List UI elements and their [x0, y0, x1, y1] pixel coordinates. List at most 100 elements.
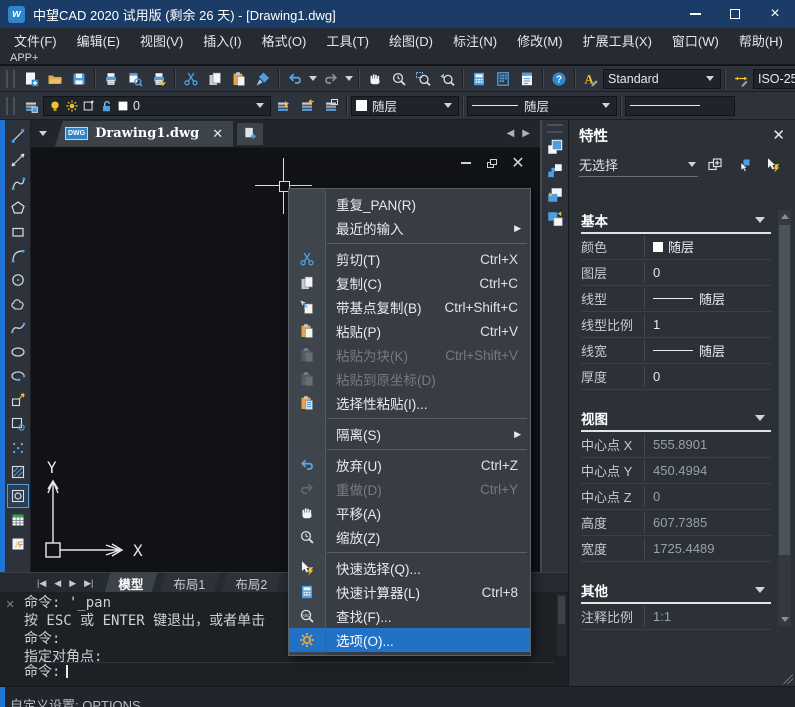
layout-tab-布局2[interactable]: 布局2 — [221, 573, 281, 593]
zoom-window-button[interactable] — [411, 68, 435, 90]
draw-tool-polygon-button[interactable] — [7, 196, 29, 220]
property-value[interactable]: 0 — [645, 489, 660, 504]
selection-combo[interactable]: 无选择 — [579, 152, 698, 177]
window-minimize-button[interactable] — [675, 0, 715, 28]
redo-dropdown-icon[interactable] — [345, 76, 353, 81]
menubar-item-8[interactable]: 修改(M) — [507, 28, 573, 53]
prev-tab-icon[interactable]: ◀ — [51, 578, 64, 589]
menu-item-undo[interactable]: 放弃(U)Ctrl+Z — [289, 453, 530, 477]
scroll-up-icon[interactable] — [778, 210, 791, 223]
property-value[interactable]: 555.8901 — [645, 437, 707, 452]
menu-item-quick-select[interactable]: 快速选择(Q)... — [289, 556, 530, 580]
menu-item-paste-block[interactable]: 粘贴为块(K)Ctrl+Shift+V — [289, 343, 530, 367]
menubar-item-3[interactable]: 插入(I) — [193, 28, 251, 53]
print-button[interactable] — [99, 68, 123, 90]
command-prompt[interactable]: 命令: — [24, 662, 554, 682]
doc-restore-button[interactable] — [484, 156, 500, 170]
draw-tool-spline-button[interactable] — [7, 316, 29, 340]
property-value[interactable]: 0 — [645, 265, 660, 280]
text-style-icon-button[interactable]: A — [579, 68, 603, 90]
tab-scroll-right-icon[interactable]: ▶ — [522, 128, 530, 139]
menu-item-pan[interactable]: 平移(A) — [289, 501, 530, 525]
color-combo[interactable]: 随层 — [351, 96, 459, 116]
save-button[interactable] — [67, 68, 91, 90]
draw-tool-mtext-button[interactable]: A — [7, 532, 29, 556]
section-header[interactable]: 其他 — [581, 578, 771, 604]
document-tab[interactable]: DWG Drawing1.dwg ✕ — [55, 121, 233, 147]
menubar-item-2[interactable]: 视图(V) — [130, 28, 193, 53]
text-style-combo[interactable]: Standard — [603, 69, 721, 89]
menu-item-paste-special[interactable]: 选择性粘贴(I)... — [289, 391, 530, 415]
draw-tool-rectangle-button[interactable] — [7, 220, 29, 244]
properties-close-icon[interactable]: ✕ — [772, 126, 785, 144]
menubar-item-7[interactable]: 标注(N) — [443, 28, 507, 53]
layer-states-button[interactable] — [319, 95, 343, 117]
copy-button[interactable] — [203, 68, 227, 90]
properties-palette-button[interactable] — [467, 68, 491, 90]
dim-style-combo[interactable]: ISO-25 — [753, 69, 795, 89]
zoom-realtime-button[interactable] — [387, 68, 411, 90]
menu-item-copy[interactable]: 复制(C)Ctrl+C — [289, 271, 530, 295]
section-header[interactable]: 基本 — [581, 208, 771, 234]
collapse-arrow-icon[interactable] — [755, 415, 765, 421]
draw-tool-make-block-button[interactable] — [7, 412, 29, 436]
draw-tool-revcloud-button[interactable] — [7, 292, 29, 316]
properties-scrollbar[interactable] — [778, 210, 791, 626]
menu-item-cut[interactable]: 剪切(T)Ctrl+X — [289, 247, 530, 271]
doc-minimize-button[interactable] — [458, 156, 474, 170]
document-tab-close-icon[interactable]: ✕ — [206, 126, 223, 142]
menubar-item-10[interactable]: 窗口(W) — [662, 28, 729, 53]
property-value[interactable]: 随层 — [645, 341, 725, 360]
help-button[interactable]: ? — [547, 68, 571, 90]
chevron-down-icon[interactable] — [256, 103, 264, 108]
zoom-previous-button[interactable] — [435, 68, 459, 90]
toggle-pickadd-button[interactable] — [703, 153, 727, 177]
tab-scroll-left-icon[interactable]: ◀ — [507, 128, 515, 139]
draw-tool-polyline-button[interactable] — [7, 172, 29, 196]
menu-item-copy-base[interactable]: 带基点复制(B)Ctrl+Shift+C — [289, 295, 530, 319]
bring-to-front-button[interactable] — [543, 135, 567, 159]
menu-item-options[interactable]: 选项(O)... — [289, 628, 530, 652]
menubar-item-4[interactable]: 格式(O) — [252, 28, 317, 53]
property-value[interactable]: 607.7385 — [645, 515, 707, 530]
property-value[interactable]: 450.4994 — [645, 463, 707, 478]
draw-tool-circle-button[interactable] — [7, 268, 29, 292]
menubar-item-11[interactable]: 帮助(H) — [729, 28, 793, 53]
cut-button[interactable] — [179, 68, 203, 90]
menubar-item-1[interactable]: 编辑(E) — [67, 28, 130, 53]
undo-dropdown-icon[interactable] — [309, 76, 317, 81]
property-value[interactable]: 1:1 — [645, 609, 671, 624]
panel-resize-grip[interactable] — [783, 674, 793, 684]
menu-item-zoom[interactable]: 缩放(Z) — [289, 525, 530, 549]
menu-item-item-0[interactable]: 重复_PAN(R) — [289, 192, 530, 216]
property-value[interactable]: 1 — [645, 317, 660, 332]
property-value[interactable]: 1725.4489 — [645, 541, 714, 556]
draw-tool-hatch-button[interactable] — [7, 460, 29, 484]
draw-tool-ellipse-arc-button[interactable] — [7, 364, 29, 388]
toolbar-grip[interactable] — [547, 124, 563, 133]
plot-button[interactable] — [147, 68, 171, 90]
undo-button[interactable] — [283, 68, 307, 90]
menubar-item-9[interactable]: 扩展工具(X) — [573, 28, 662, 53]
layout-tab-模型[interactable]: 模型 — [104, 573, 157, 593]
scrollbar-thumb[interactable] — [779, 225, 790, 555]
menubar-item-6[interactable]: 绘图(D) — [379, 28, 443, 53]
chevron-down-icon[interactable] — [602, 103, 610, 108]
bring-above-objects-button[interactable] — [543, 207, 567, 231]
next-tab-icon[interactable]: ▶ — [66, 578, 79, 589]
scroll-down-icon[interactable] — [778, 613, 791, 626]
draw-tool-xline-button[interactable] — [7, 148, 29, 172]
new-document-tab-button[interactable] — [237, 123, 263, 145]
draw-tool-ellipse-button[interactable] — [7, 340, 29, 364]
command-scrollbar[interactable] — [557, 594, 566, 656]
layer-manager-button[interactable] — [19, 95, 43, 117]
pan-button[interactable] — [363, 68, 387, 90]
print-preview-button[interactable] — [123, 68, 147, 90]
chevron-down-icon[interactable] — [444, 103, 452, 108]
menu-item-paste-origin[interactable]: 粘贴到原坐标(D) — [289, 367, 530, 391]
toolbar-grip[interactable] — [6, 97, 15, 115]
menubar-item-0[interactable]: 文件(F) — [4, 28, 67, 53]
menu-item-redo[interactable]: 重做(D)Ctrl+Y — [289, 477, 530, 501]
window-close-button[interactable]: × — [755, 0, 795, 28]
open-button[interactable] — [43, 68, 67, 90]
